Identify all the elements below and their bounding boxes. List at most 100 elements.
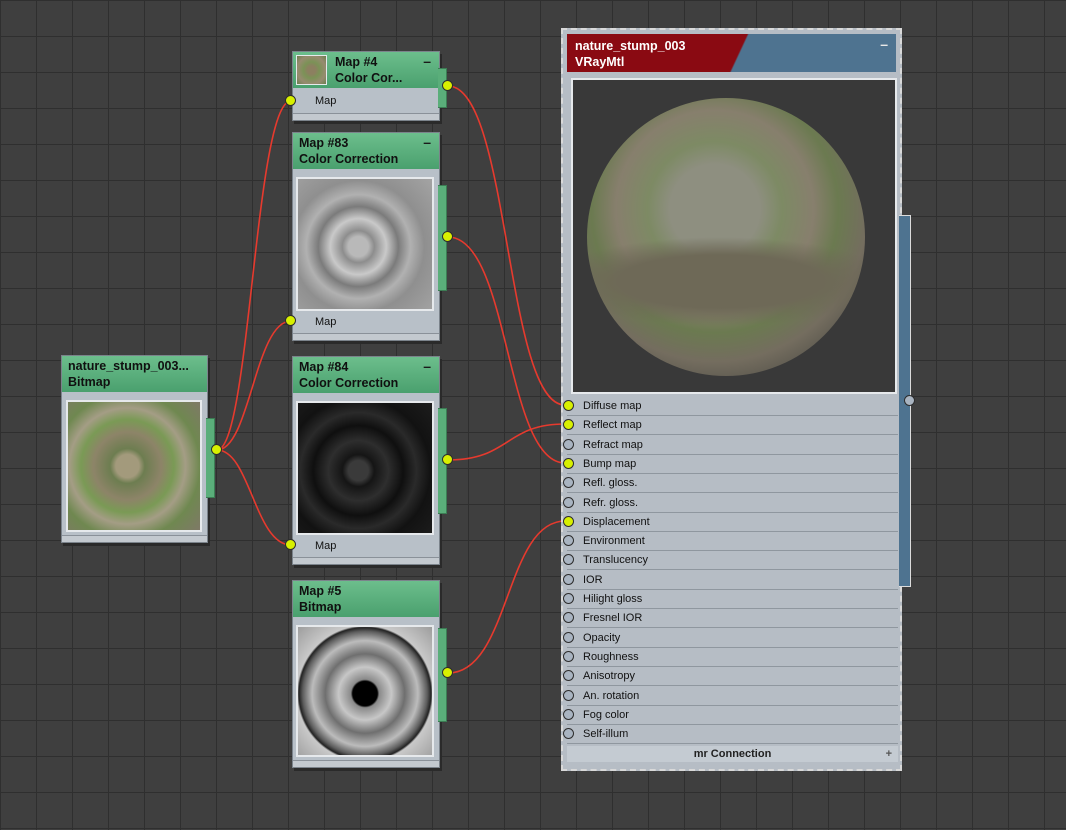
map84-node-title: Map #84 xyxy=(299,360,349,374)
map84-node-footer xyxy=(293,557,439,564)
material-slot-row[interactable]: Refl. gloss. xyxy=(563,474,898,494)
map84-map-slot[interactable]: Map xyxy=(293,537,439,556)
material-preview xyxy=(571,78,897,394)
material-node-header[interactable]: nature_stump_003 VRayMtl – xyxy=(567,34,896,72)
material-slot-row[interactable]: Anisotropy xyxy=(563,667,898,687)
minimize-icon[interactable]: – xyxy=(423,53,431,69)
map84-output-socket[interactable] xyxy=(442,454,453,465)
material-slot-row[interactable]: Fog color xyxy=(563,706,898,725)
material-slot-label: Anisotropy xyxy=(583,670,635,683)
material-slot-socket[interactable] xyxy=(563,419,574,431)
minimize-icon[interactable]: – xyxy=(423,134,431,150)
material-slot-row[interactable]: Fresnel IOR xyxy=(563,609,898,629)
map5-node-footer xyxy=(293,760,439,767)
material-slot-socket[interactable] xyxy=(563,593,574,604)
mr-connection-label: mr Connection xyxy=(693,748,772,760)
material-slot-label: Fresnel IOR xyxy=(583,612,643,625)
material-slot-row[interactable]: Refr. gloss. xyxy=(563,494,898,513)
material-slot-row[interactable]: Displacement xyxy=(563,513,898,532)
material-slot-label: Refract map xyxy=(583,438,643,451)
material-slot-label: IOR xyxy=(583,573,603,586)
wire-map83-to-bump xyxy=(447,236,566,464)
map5-output-socket[interactable] xyxy=(442,667,453,678)
material-slot-socket[interactable] xyxy=(563,670,574,682)
material-slot-socket[interactable] xyxy=(563,650,574,662)
material-slot-row[interactable]: Hilight gloss xyxy=(563,590,898,609)
material-slot-socket[interactable] xyxy=(563,689,574,701)
map5-node-type: Bitmap xyxy=(299,600,342,614)
material-slot-socket[interactable] xyxy=(563,631,574,643)
map84-input-socket[interactable] xyxy=(285,539,296,550)
map84-node[interactable]: Map #84 Color Correction – Map xyxy=(292,356,440,565)
bitmap-node[interactable]: nature_stump_003... Bitmap xyxy=(61,355,208,543)
expand-icon[interactable]: + xyxy=(886,746,892,762)
minimize-icon[interactable]: – xyxy=(423,358,431,374)
bitmap-node-title: nature_stump_003... xyxy=(68,359,189,373)
map83-map-slot[interactable]: Map xyxy=(293,313,439,332)
map5-node-title: Map #5 xyxy=(299,584,342,598)
material-slot-socket[interactable] xyxy=(563,477,574,489)
material-output-socket[interactable] xyxy=(904,395,915,406)
material-slot-socket[interactable] xyxy=(563,496,574,508)
minimize-icon[interactable]: – xyxy=(880,36,888,52)
material-slot-row[interactable]: Diffuse map xyxy=(563,397,898,416)
map84-node-header[interactable]: Map #84 Color Correction – xyxy=(293,357,439,393)
material-slot-socket[interactable] xyxy=(563,573,574,585)
map4-output-socket[interactable] xyxy=(442,80,453,91)
material-slot-label: An. rotation xyxy=(583,689,640,702)
material-slot-socket[interactable] xyxy=(563,728,574,740)
map4-thumbnail xyxy=(296,55,327,85)
material-slot-label: Self-illum xyxy=(583,728,629,741)
map83-output-socket[interactable] xyxy=(442,231,453,242)
material-slot-row[interactable]: An. rotation xyxy=(563,687,898,706)
material-node[interactable]: nature_stump_003 VRayMtl – Diffuse map Re… xyxy=(561,28,902,771)
material-slot-label: Diffuse map xyxy=(583,400,642,412)
material-slot-row[interactable]: Environment xyxy=(563,532,898,552)
map83-input-socket[interactable] xyxy=(285,315,296,326)
material-slot-socket[interactable] xyxy=(563,535,574,547)
map4-input-socket[interactable] xyxy=(285,95,296,106)
wire-map4-to-diffuse xyxy=(447,85,566,406)
map4-map-slot[interactable]: Map xyxy=(293,92,439,111)
material-slot-socket[interactable] xyxy=(563,515,574,527)
material-slot-row[interactable]: Bump map xyxy=(563,455,898,474)
material-slot-socket[interactable] xyxy=(563,708,574,720)
material-slot-socket[interactable] xyxy=(563,554,574,566)
map83-node-footer xyxy=(293,333,439,340)
material-slot-row[interactable]: Translucency xyxy=(563,551,898,571)
wire-bitmap-to-map84 xyxy=(216,449,292,546)
material-slot-socket[interactable] xyxy=(563,400,574,411)
bitmap-node-footer xyxy=(62,535,207,542)
material-slot-label: Hilight gloss xyxy=(583,593,643,605)
map83-node-type: Color Correction xyxy=(299,152,399,166)
material-slot-label: Environment xyxy=(583,535,645,548)
map83-node-header[interactable]: Map #83 Color Correction – xyxy=(293,133,439,169)
material-slot-socket[interactable] xyxy=(563,457,574,469)
material-slot-row[interactable]: Opacity xyxy=(563,629,898,648)
bitmap-node-type: Bitmap xyxy=(68,375,111,389)
map83-node[interactable]: Map #83 Color Correction – Map xyxy=(292,132,440,341)
material-slot-row[interactable]: IOR xyxy=(563,571,898,590)
material-preview-sphere xyxy=(587,98,865,376)
map83-node-title: Map #83 xyxy=(299,136,349,150)
material-slot-row[interactable]: Roughness xyxy=(563,648,898,667)
map84-slot-label: Map xyxy=(315,540,337,552)
material-slot-socket[interactable] xyxy=(563,438,574,450)
bitmap-output-tab[interactable] xyxy=(206,418,215,498)
material-slot-label: Refr. gloss. xyxy=(583,496,639,509)
map4-node-footer xyxy=(293,113,439,120)
wire-map5-to-displacement xyxy=(447,520,566,674)
bitmap-node-header[interactable]: nature_stump_003... Bitmap xyxy=(62,356,207,392)
map84-node-type: Color Correction xyxy=(299,376,399,390)
material-slot-row[interactable]: Self-illum xyxy=(563,725,898,745)
material-slot-socket[interactable] xyxy=(563,612,574,624)
material-slot-row[interactable]: Refract map xyxy=(563,436,898,455)
material-slot-label: Bump map xyxy=(583,457,637,470)
material-slot-row[interactable]: Reflect map xyxy=(563,416,898,436)
map5-node-header[interactable]: Map #5 Bitmap xyxy=(293,581,439,617)
map4-node[interactable]: Map #4 Color Cor... – Map xyxy=(292,51,440,121)
bitmap-output-socket[interactable] xyxy=(211,444,222,455)
mr-connection-bar[interactable]: mr Connection + xyxy=(567,746,898,762)
map5-node[interactable]: Map #5 Bitmap xyxy=(292,580,440,768)
wire-map84-to-reflect xyxy=(447,423,566,461)
